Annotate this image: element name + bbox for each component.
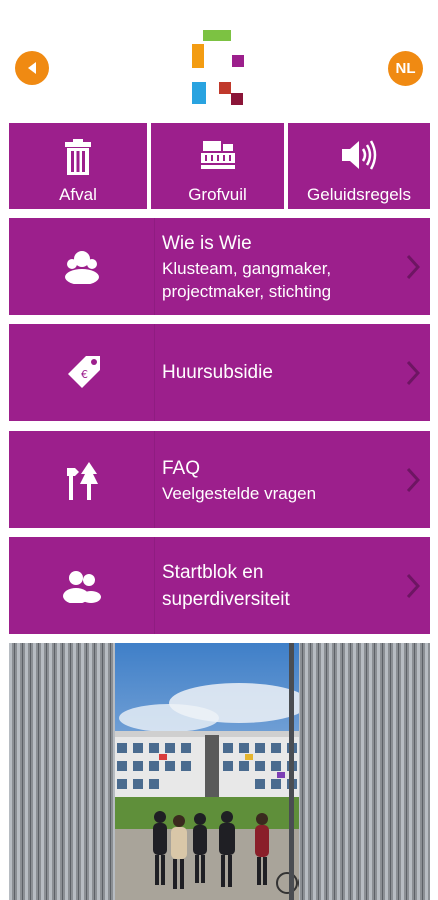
quick-tiles: Afval Grofvuil Geluidsregels	[9, 123, 430, 209]
signpost-tree-icon	[66, 461, 98, 500]
menu-item-wie-is-wie[interactable]: Wie is Wie Klusteam, gangmaker, projectm…	[9, 218, 430, 315]
chevron-right-icon	[406, 573, 420, 599]
photo-illustration	[9, 643, 430, 900]
menu-item-title: Startblok en superdiversiteit	[162, 561, 290, 610]
tile-label: Geluidsregels	[307, 185, 411, 204]
menu-item-title: Wie is Wie	[162, 233, 252, 254]
back-arrow-icon	[28, 62, 36, 74]
chevron-right-icon	[406, 254, 420, 280]
price-tag-icon: €	[67, 355, 100, 388]
bulky-waste-icon	[200, 141, 235, 169]
language-button[interactable]: NL	[388, 51, 423, 86]
menu-item-startblok[interactable]: Startblok en superdiversiteit	[9, 537, 430, 634]
menu-item-subtitle: Klusteam, gangmaker, projectmaker, stich…	[162, 259, 332, 301]
people-icon	[64, 250, 99, 284]
tile-grofvuil[interactable]: Grofvuil	[151, 123, 284, 209]
tile-label: Afval	[59, 185, 97, 204]
back-button[interactable]	[15, 51, 49, 85]
menu-item-title: Huursubsidie	[162, 362, 273, 383]
chevron-right-icon	[406, 467, 420, 493]
menu-item-title: FAQ	[162, 457, 201, 479]
header: NL	[0, 0, 438, 118]
menu-item-huursubsidie[interactable]: € Huursubsidie	[9, 324, 430, 421]
group-icon	[62, 570, 101, 603]
tile-afval[interactable]: Afval	[9, 123, 147, 209]
app-logo	[192, 30, 248, 106]
language-label: NL	[395, 60, 416, 77]
tile-label: Grofvuil	[188, 185, 247, 204]
tile-geluidsregels[interactable]: Geluidsregels	[288, 123, 430, 209]
svg-text:€: €	[81, 368, 88, 381]
speaker-icon	[342, 140, 377, 170]
building-photo	[9, 643, 430, 900]
menu-item-subtitle: Veelgestelde vragen	[162, 483, 317, 503]
chevron-right-icon	[406, 360, 420, 386]
menu-item-faq[interactable]: FAQ Veelgestelde vragen	[9, 431, 430, 528]
trash-bin-icon	[65, 139, 91, 175]
